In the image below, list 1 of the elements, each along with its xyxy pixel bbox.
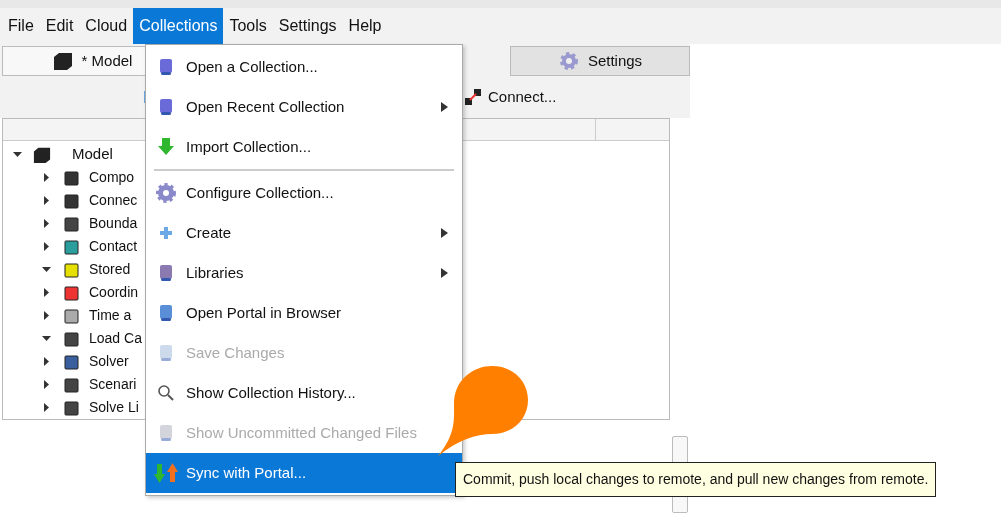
tooltip: Commit, push local changes to remote, and pull new changes from remote. [455,462,937,497]
